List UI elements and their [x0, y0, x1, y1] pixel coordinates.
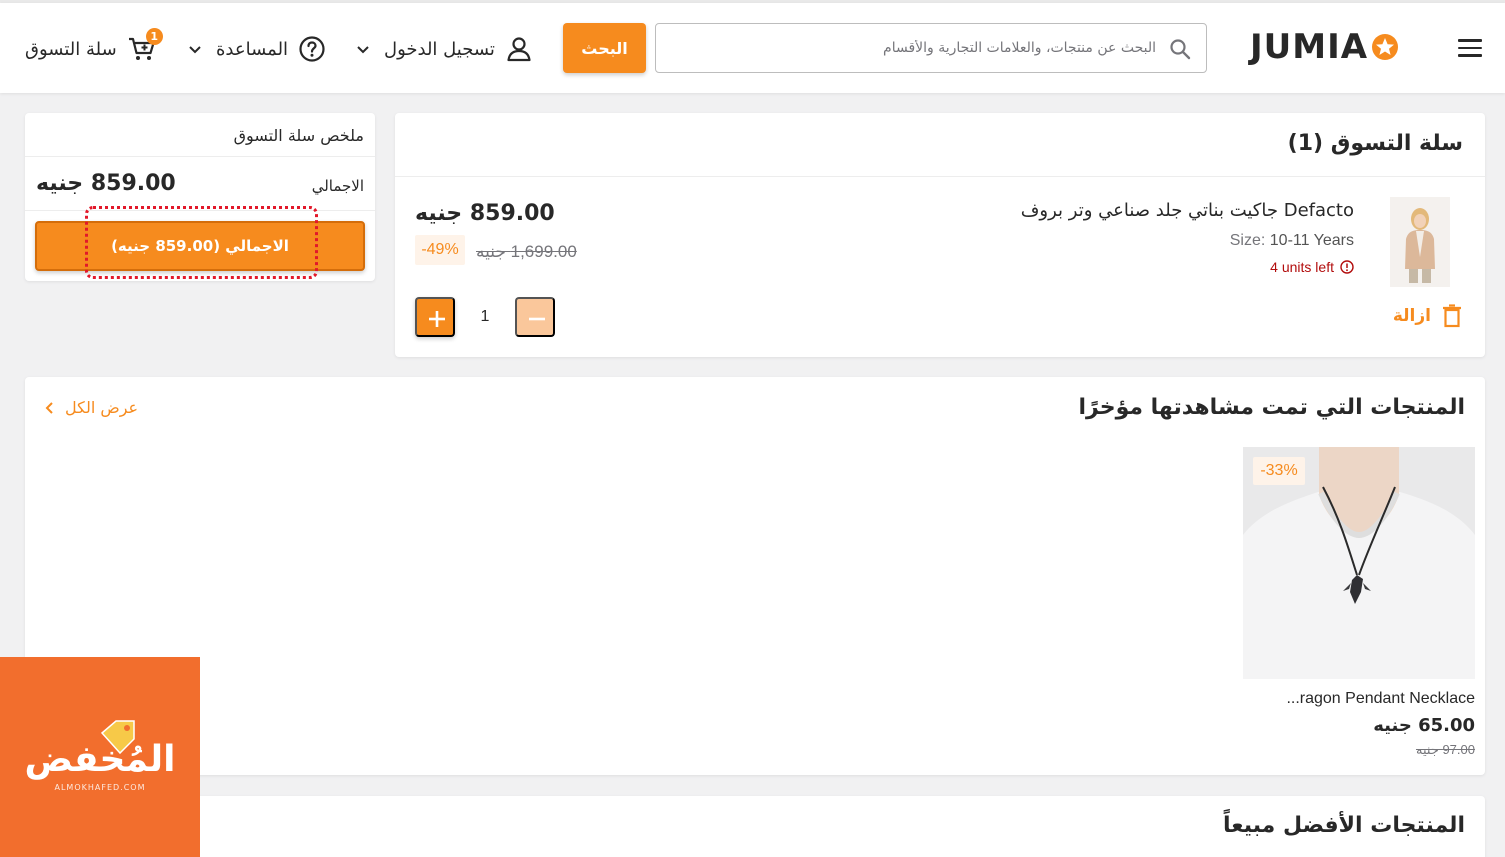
product-card[interactable]: -33% ...ragon Pendant Necklace 65.00 جني… [1243, 447, 1475, 757]
product-card-old-price: 97.00 جنيه [1415, 742, 1475, 757]
best-sellers-section: المنتجات الأفضل مبيعاً [25, 796, 1485, 857]
help-menu[interactable]: المساعدة [188, 33, 326, 65]
chevron-left-icon [45, 401, 53, 414]
cart-icon-wrap: 1 [127, 28, 163, 64]
plus-icon [429, 311, 445, 327]
search-icon [1170, 39, 1191, 60]
watermark-subtext: ALMOKHAFED.COM [54, 783, 146, 792]
product-card-image[interactable]: -33% [1243, 447, 1475, 679]
see-all-label: عرض الكل [65, 398, 139, 417]
account-menu[interactable]: تسجيل الدخول [356, 33, 533, 65]
remove-button[interactable]: ازالة [1393, 304, 1463, 328]
best-sellers-title: المنتجات الأفضل مبيعاً [1223, 813, 1465, 838]
search-button[interactable]: البحث [563, 23, 646, 73]
size-label: Size: [1229, 232, 1266, 249]
divider [25, 210, 375, 211]
product-size: Size: 10-11 Years [1230, 232, 1354, 250]
user-icon [507, 37, 531, 62]
size-value: 10-11 Years [1269, 232, 1354, 249]
jumia-logo[interactable]: JUMIA [1250, 27, 1400, 67]
watermark-logo: المُخفض ALMOKHAFED.COM [0, 657, 200, 857]
minus-icon [529, 317, 545, 321]
summary-title: ملخص سلة التسوق [233, 126, 364, 145]
product-name[interactable]: Defacto جاكيت بناتي جلد صناعي وتر بروف [1021, 200, 1354, 221]
decrease-quantity-button[interactable] [515, 297, 555, 337]
cart-summary: ملخص سلة التسوق الاجمالي 859.00 جنيه الا… [25, 113, 375, 281]
recently-viewed-title: المنتجات التي تمت مشاهدتها مؤخرًا [1078, 395, 1465, 420]
alert-icon [1340, 260, 1354, 274]
divider [25, 156, 375, 157]
menu-icon[interactable] [1458, 39, 1482, 57]
see-all-link[interactable]: عرض الكل [45, 398, 138, 417]
account-label: تسجيل الدخول [384, 38, 495, 60]
watermark-text: المُخفض [24, 739, 176, 780]
product-old-price: 1,699.00 جنيه [476, 242, 577, 261]
star-icon [1372, 34, 1399, 60]
chevron-down-icon [357, 46, 369, 54]
stock-warning: 4 units left [1270, 259, 1354, 275]
remove-label: ازالة [1392, 306, 1431, 326]
cart-title: سلة التسوق (1) [1287, 131, 1463, 156]
cart-count-badge: 1 [145, 28, 163, 45]
product-card-name[interactable]: ...ragon Pendant Necklace [1286, 690, 1475, 708]
product-thumbnail[interactable] [1390, 197, 1450, 287]
product-card-discount: -33% [1253, 457, 1305, 485]
chevron-down-icon [189, 46, 201, 54]
help-label: المساعدة [216, 38, 289, 60]
divider [395, 176, 1485, 177]
help-icon [299, 36, 325, 62]
logo-text: JUMIA [1250, 27, 1369, 67]
product-card-price: 65.00 جنيه [1373, 715, 1475, 736]
discount-badge: -49% [415, 235, 465, 265]
search-box [655, 23, 1207, 73]
cart-panel: سلة التسوق (1) Defacto جاكيت بناتي جلد ص… [395, 113, 1485, 357]
checkout-button[interactable]: الاجمالي (859.00 جنيه) [35, 221, 365, 271]
summary-total-label: الاجمالي [311, 177, 364, 195]
trash-icon [1443, 304, 1461, 328]
quantity-value: 1 [480, 308, 490, 325]
units-left-text: 4 units left [1270, 259, 1334, 275]
cart-label: سلة التسوق [25, 38, 117, 60]
summary-total-value: 859.00 جنيه [36, 171, 176, 196]
increase-quantity-button[interactable] [415, 297, 455, 337]
search-input[interactable] [676, 34, 1156, 62]
cart-link[interactable]: سلة التسوق 1 [25, 28, 163, 65]
recently-viewed-section: المنتجات التي تمت مشاهدتها مؤخرًا عرض ال… [25, 377, 1485, 775]
product-price: 859.00 جنيه [415, 201, 555, 226]
site-header: JUMIA البحث تسجيل الدخول المساعدة سلة ال [0, 3, 1505, 93]
